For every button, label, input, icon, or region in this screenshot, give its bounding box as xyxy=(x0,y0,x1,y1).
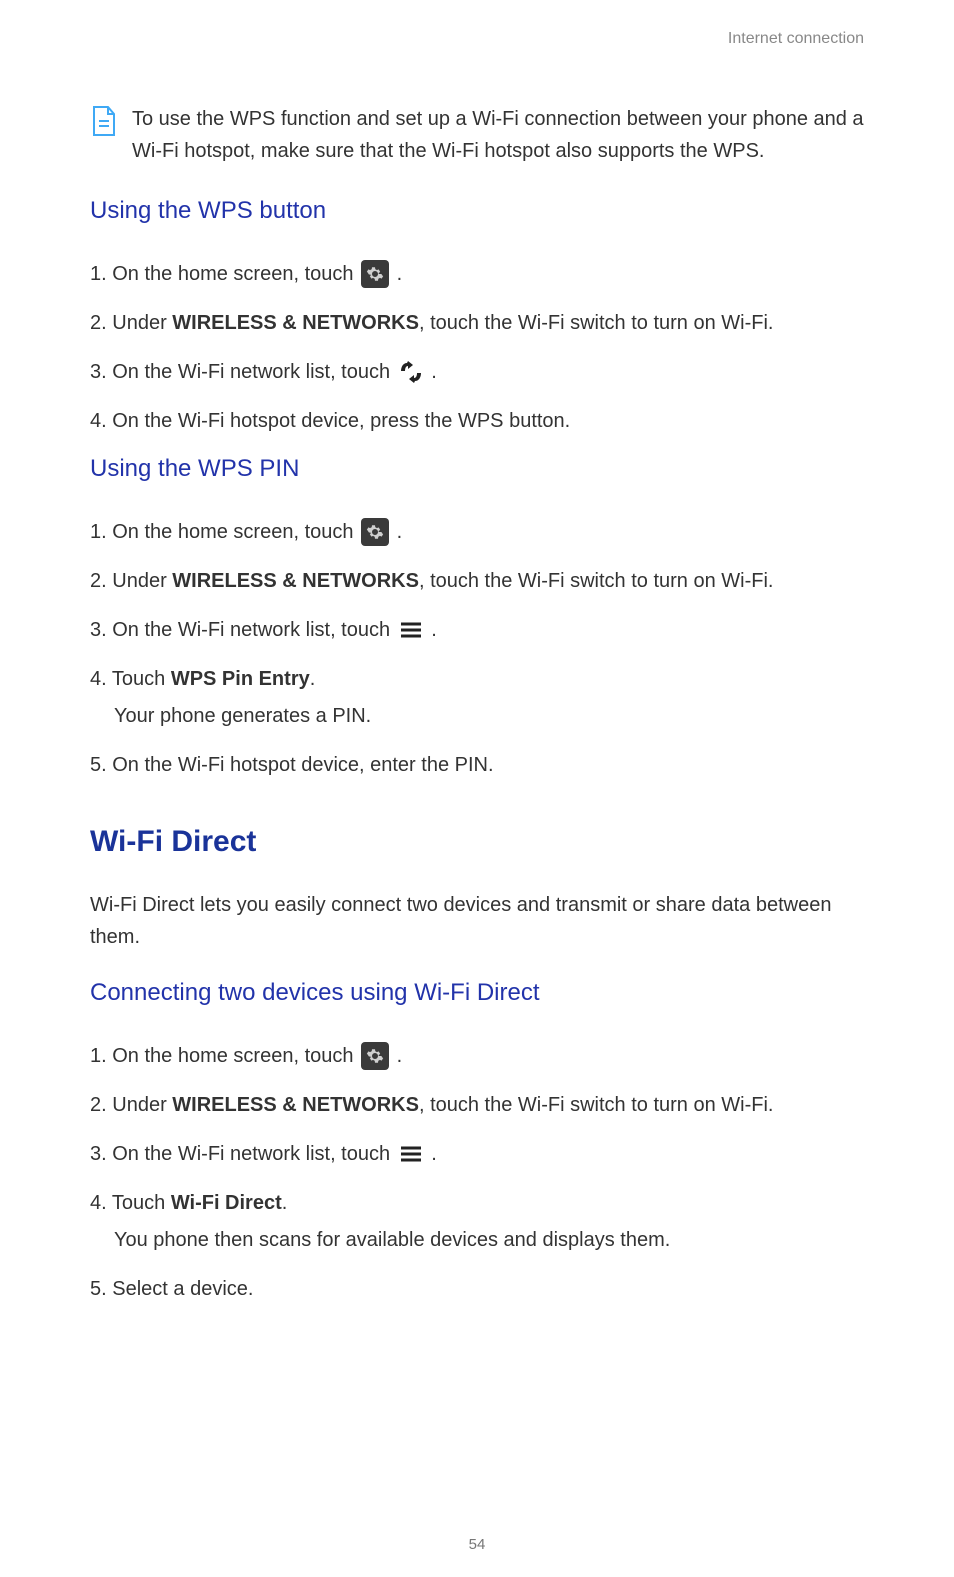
step-item: 1. On the home screen, touch . xyxy=(90,259,864,290)
step-number: 2. xyxy=(90,312,112,334)
step-text: Under xyxy=(112,312,172,334)
step-text: . xyxy=(426,619,437,641)
section-title-wifi-direct: Wi-Fi Direct xyxy=(90,825,864,859)
step-number: 1. xyxy=(90,263,112,285)
step-text: . xyxy=(310,668,316,690)
step-number: 3. xyxy=(90,361,112,383)
step-text: Select a device. xyxy=(112,1278,253,1300)
step-item: 3. On the Wi-Fi network list, touch . xyxy=(90,615,864,646)
settings-gear-icon xyxy=(361,1042,389,1070)
step-text: On the home screen, touch xyxy=(112,1045,359,1067)
step-text: On the Wi-Fi hotspot device, press the W… xyxy=(112,410,570,432)
step-number: 3. xyxy=(90,619,112,641)
step-number: 1. xyxy=(90,521,112,543)
step-text: Under xyxy=(112,1094,172,1116)
step-number: 4. xyxy=(90,1192,112,1214)
subheading-wps-pin: Using the WPS PIN xyxy=(90,455,864,483)
step-bold-text: WIRELESS & NETWORKS xyxy=(172,570,419,592)
step-bold-text: WPS Pin Entry xyxy=(171,668,310,690)
step-item: 1. On the home screen, touch . xyxy=(90,1041,864,1072)
step-text: . xyxy=(282,1192,288,1214)
wps-arrows-icon xyxy=(398,360,424,384)
menu-hamburger-icon xyxy=(398,620,424,640)
step-text: . xyxy=(391,521,402,543)
step-text: On the Wi-Fi network list, touch xyxy=(112,619,395,641)
step-item: 4. Touch WPS Pin Entry. Your phone gener… xyxy=(90,664,864,732)
step-item: 5. On the Wi-Fi hotspot device, enter th… xyxy=(90,750,864,781)
step-item: 3. On the Wi-Fi network list, touch . xyxy=(90,357,864,388)
step-item: 4. Touch Wi-Fi Direct. You phone then sc… xyxy=(90,1188,864,1256)
step-item: 4. On the Wi-Fi hotspot device, press th… xyxy=(90,406,864,437)
header-breadcrumb: Internet connection xyxy=(90,30,864,48)
step-text: , touch the Wi-Fi switch to turn on Wi-F… xyxy=(419,1094,774,1116)
step-text: . xyxy=(391,263,402,285)
step-number: 5. xyxy=(90,1278,112,1300)
settings-gear-icon xyxy=(361,518,389,546)
menu-hamburger-icon xyxy=(398,1144,424,1164)
step-bold-text: Wi-Fi Direct xyxy=(171,1192,282,1214)
step-number: 3. xyxy=(90,1143,112,1165)
step-item: 3. On the Wi-Fi network list, touch . xyxy=(90,1139,864,1170)
step-number: 1. xyxy=(90,1045,112,1067)
page-number: 54 xyxy=(0,1536,954,1553)
step-text: On the Wi-Fi hotspot device, enter the P… xyxy=(112,754,493,776)
subheading-wps-button: Using the WPS button xyxy=(90,197,864,225)
step-bold-text: WIRELESS & NETWORKS xyxy=(172,1094,419,1116)
step-item: 1. On the home screen, touch . xyxy=(90,517,864,548)
step-text: . xyxy=(426,361,437,383)
section-intro: Wi-Fi Direct lets you easily connect two… xyxy=(90,889,864,953)
step-text: , touch the Wi-Fi switch to turn on Wi-F… xyxy=(419,570,774,592)
step-number: 4. xyxy=(90,668,112,690)
step-text: , touch the Wi-Fi switch to turn on Wi-F… xyxy=(419,312,774,334)
step-text: On the Wi-Fi network list, touch xyxy=(112,361,395,383)
step-item: 2. Under WIRELESS & NETWORKS, touch the … xyxy=(90,1090,864,1121)
step-number: 4. xyxy=(90,410,112,432)
step-sub-text: You phone then scans for available devic… xyxy=(114,1225,864,1256)
step-item: 5. Select a device. xyxy=(90,1274,864,1305)
settings-gear-icon xyxy=(361,260,389,288)
note-text: To use the WPS function and set up a Wi-… xyxy=(132,103,864,167)
step-text: On the Wi-Fi network list, touch xyxy=(112,1143,395,1165)
step-text: Touch xyxy=(112,668,171,690)
subheading-connecting: Connecting two devices using Wi-Fi Direc… xyxy=(90,979,864,1007)
step-bold-text: WIRELESS & NETWORKS xyxy=(172,312,419,334)
steps-wifi-direct: 1. On the home screen, touch . 2. Under … xyxy=(90,1041,864,1305)
step-text: Under xyxy=(112,570,172,592)
step-text: . xyxy=(426,1143,437,1165)
step-text: Touch xyxy=(112,1192,171,1214)
step-text: On the home screen, touch xyxy=(112,263,359,285)
step-item: 2. Under WIRELESS & NETWORKS, touch the … xyxy=(90,308,864,339)
step-number: 2. xyxy=(90,1094,112,1116)
step-number: 5. xyxy=(90,754,112,776)
step-text: . xyxy=(391,1045,402,1067)
steps-wps-button: 1. On the home screen, touch . 2. Under … xyxy=(90,259,864,437)
step-item: 2. Under WIRELESS & NETWORKS, touch the … xyxy=(90,566,864,597)
step-sub-text: Your phone generates a PIN. xyxy=(114,701,864,732)
step-number: 2. xyxy=(90,570,112,592)
step-text: On the home screen, touch xyxy=(112,521,359,543)
note-callout: To use the WPS function and set up a Wi-… xyxy=(90,103,864,167)
note-doc-icon xyxy=(90,105,118,137)
steps-wps-pin: 1. On the home screen, touch . 2. Under … xyxy=(90,517,864,781)
